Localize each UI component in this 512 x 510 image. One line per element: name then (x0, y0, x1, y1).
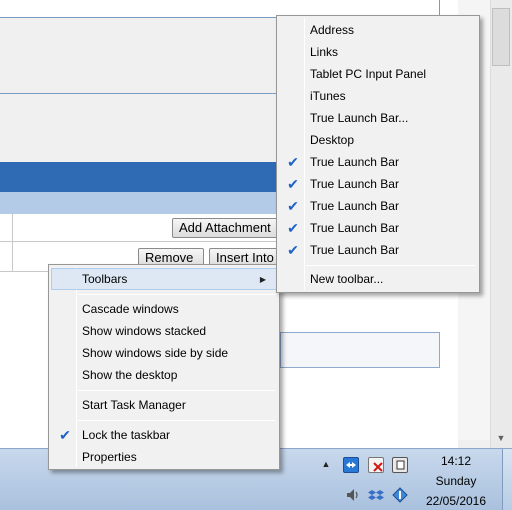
menu-item-label: Show the desktop (82, 368, 178, 382)
menu-item-show-windows-stacked[interactable]: Show windows stacked (51, 320, 277, 342)
notes-icon[interactable] (392, 457, 408, 473)
toolbar-item[interactable]: Tablet PC Input Panel (279, 63, 477, 85)
menu-item-label: Show windows side by side (82, 346, 229, 360)
toolbar-item[interactable]: iTunes (279, 85, 477, 107)
checkmark-icon: ✔ (287, 198, 299, 214)
menu-item-label: Show windows stacked (82, 324, 207, 338)
menu-item-label: iTunes (310, 89, 346, 103)
menu-item-label: Start Task Manager (82, 398, 186, 412)
toolbar-item[interactable]: ✔ True Launch Bar (279, 151, 477, 173)
menu-item-label: Toolbars (82, 272, 128, 286)
toolbar-item[interactable]: Address (279, 19, 477, 41)
checkmark-icon: ✔ (287, 176, 299, 192)
toolbar-item[interactable]: Desktop (279, 129, 477, 151)
add-attachment-button[interactable]: Add Attachment (172, 218, 280, 238)
clock[interactable]: 14:12 Sunday 22/05/2016 (418, 451, 494, 510)
checkmark-icon: ✔ (287, 154, 299, 170)
menu-item-label: New toolbar... (310, 272, 384, 286)
update-icon[interactable] (392, 487, 408, 503)
show-hidden-icons-chevron-icon[interactable]: ▲ (320, 459, 332, 469)
toolbar-item[interactable]: ✔ True Launch Bar (279, 195, 477, 217)
menu-item-label: True Launch Bar (310, 177, 399, 191)
vertical-scrollbar[interactable] (490, 0, 512, 448)
menu-separator (78, 294, 275, 295)
menu-item-label: True Launch Bar (310, 243, 399, 257)
menu-item-label: True Launch Bar (310, 221, 399, 235)
menu-separator (78, 420, 275, 421)
menu-item-label: Tablet PC Input Panel (310, 67, 427, 81)
clock-date: 22/05/2016 (425, 494, 487, 508)
menu-item-label: Links (310, 45, 339, 59)
toolbar-item[interactable]: ✔ True Launch Bar (279, 217, 477, 239)
menu-item-lock-taskbar[interactable]: ✔ Lock the taskbar (51, 424, 277, 446)
checkmark-icon: ✔ (287, 220, 299, 236)
menu-item-label: Lock the taskbar (82, 428, 171, 442)
menu-item-start-task-manager[interactable]: Start Task Manager (51, 394, 277, 416)
menu-item-label: True Launch Bar (310, 155, 399, 169)
menu-item-label: Cascade windows (82, 302, 179, 316)
submenu-arrow-icon: ▶ (259, 275, 266, 284)
clock-time: 14:12 (440, 454, 472, 468)
dropbox-icon[interactable] (368, 487, 384, 503)
toolbar-item[interactable]: ✔ True Launch Bar (279, 239, 477, 261)
toolbars-submenu: Address Links Tablet PC Input Panel iTunes T… (276, 15, 480, 293)
menu-item-label: True Launch Bar... (310, 111, 409, 125)
checkmark-icon: ✔ (287, 242, 299, 258)
header-bar (0, 162, 280, 192)
clock-day: Sunday (435, 474, 477, 488)
menu-item-properties[interactable]: Properties (51, 446, 277, 468)
toolbar-item[interactable]: True Launch Bar... (279, 107, 477, 129)
toolbar-item[interactable]: ✔ True Launch Bar (279, 173, 477, 195)
taskbar-context-menu: Toolbars ▶ Cascade windows Show windows … (48, 264, 280, 470)
menu-separator (78, 390, 275, 391)
teamviewer-icon[interactable] (343, 457, 359, 473)
menu-item-show-windows-side-by-side[interactable]: Show windows side by side (51, 342, 277, 364)
menu-item-new-toolbar[interactable]: New toolbar... (279, 268, 477, 290)
speaker-icon[interactable] (344, 487, 360, 503)
menu-separator (306, 265, 475, 266)
column-divider (12, 214, 13, 272)
scrollbar-thumb[interactable] (492, 8, 510, 66)
menu-item-label: True Launch Bar (310, 199, 399, 213)
checkmark-icon: ✔ (59, 427, 71, 443)
menu-item-label: Address (310, 23, 355, 37)
menu-item-show-desktop[interactable]: Show the desktop (51, 364, 277, 386)
menu-item-label: Properties (82, 450, 137, 464)
subheader-bar (0, 192, 280, 214)
text-field[interactable] (280, 332, 440, 368)
menu-item-toolbars[interactable]: Toolbars ▶ (51, 268, 277, 290)
toolbar-item[interactable]: Links (279, 41, 477, 63)
menu-item-cascade-windows[interactable]: Cascade windows (51, 298, 277, 320)
show-desktop-button[interactable] (502, 449, 512, 510)
scroll-down-arrow-icon[interactable]: ▼ (493, 431, 509, 445)
network-blocked-icon[interactable] (368, 457, 384, 473)
menu-item-label: Desktop (310, 133, 355, 147)
